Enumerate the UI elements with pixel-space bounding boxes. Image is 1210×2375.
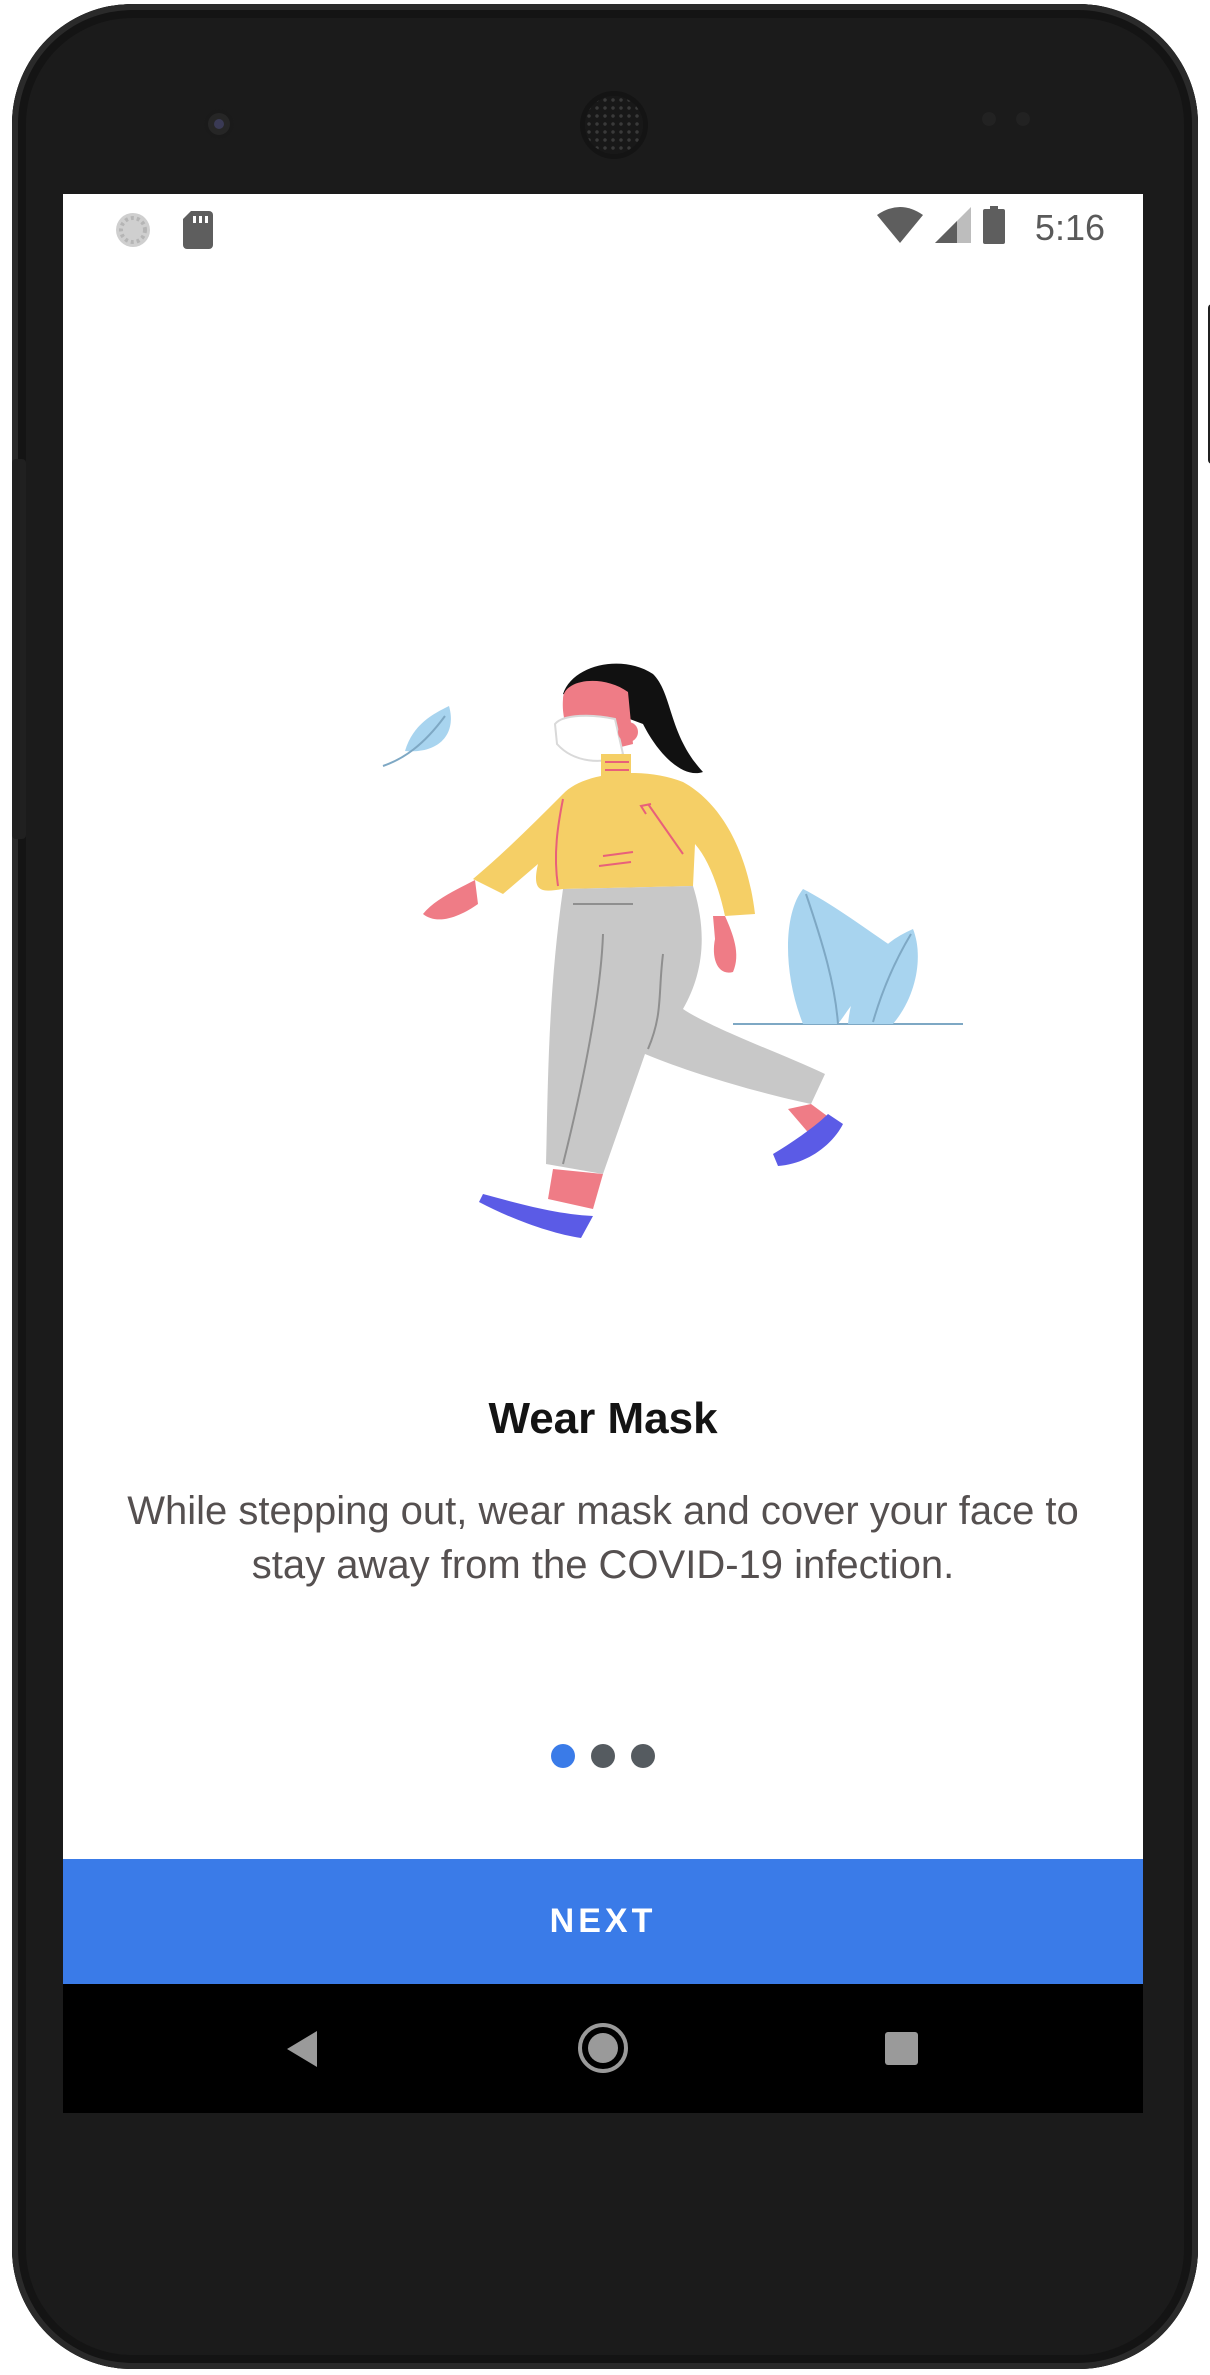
proximity-sensors	[982, 112, 1030, 126]
front-camera	[204, 109, 234, 139]
onboarding-title: Wear Mask	[488, 1394, 718, 1443]
page-dot-active[interactable]	[551, 1744, 575, 1768]
next-button[interactable]: NEXT	[63, 1859, 1143, 1984]
onboarding-description: While stepping out, wear mask and cover …	[127, 1489, 1079, 1587]
leaf-icon	[382, 706, 451, 767]
status-bar: 5:16	[63, 194, 1143, 264]
navigation-bar	[63, 1984, 1143, 2113]
walking-woman-illustration	[382, 663, 963, 1238]
recents-icon[interactable]	[885, 2032, 918, 2065]
sync-icon	[113, 210, 153, 255]
page-dot[interactable]	[631, 1744, 655, 1768]
battery-icon	[982, 206, 1005, 249]
screen: 5:16 Wear Mask While stepping out, wear …	[63, 194, 1143, 2113]
home-icon[interactable]	[577, 2022, 629, 2079]
plant-icon	[733, 889, 963, 1025]
volume-button	[12, 459, 26, 839]
back-icon[interactable]	[287, 2031, 317, 2072]
sd-card-icon	[183, 211, 213, 254]
earpiece-speaker	[585, 96, 643, 154]
page-indicator[interactable]	[63, 1744, 1143, 1768]
page-dot[interactable]	[591, 1744, 615, 1768]
wifi-icon	[876, 207, 923, 248]
cell-signal-icon	[934, 207, 971, 248]
status-time: 5:16	[1034, 206, 1105, 248]
